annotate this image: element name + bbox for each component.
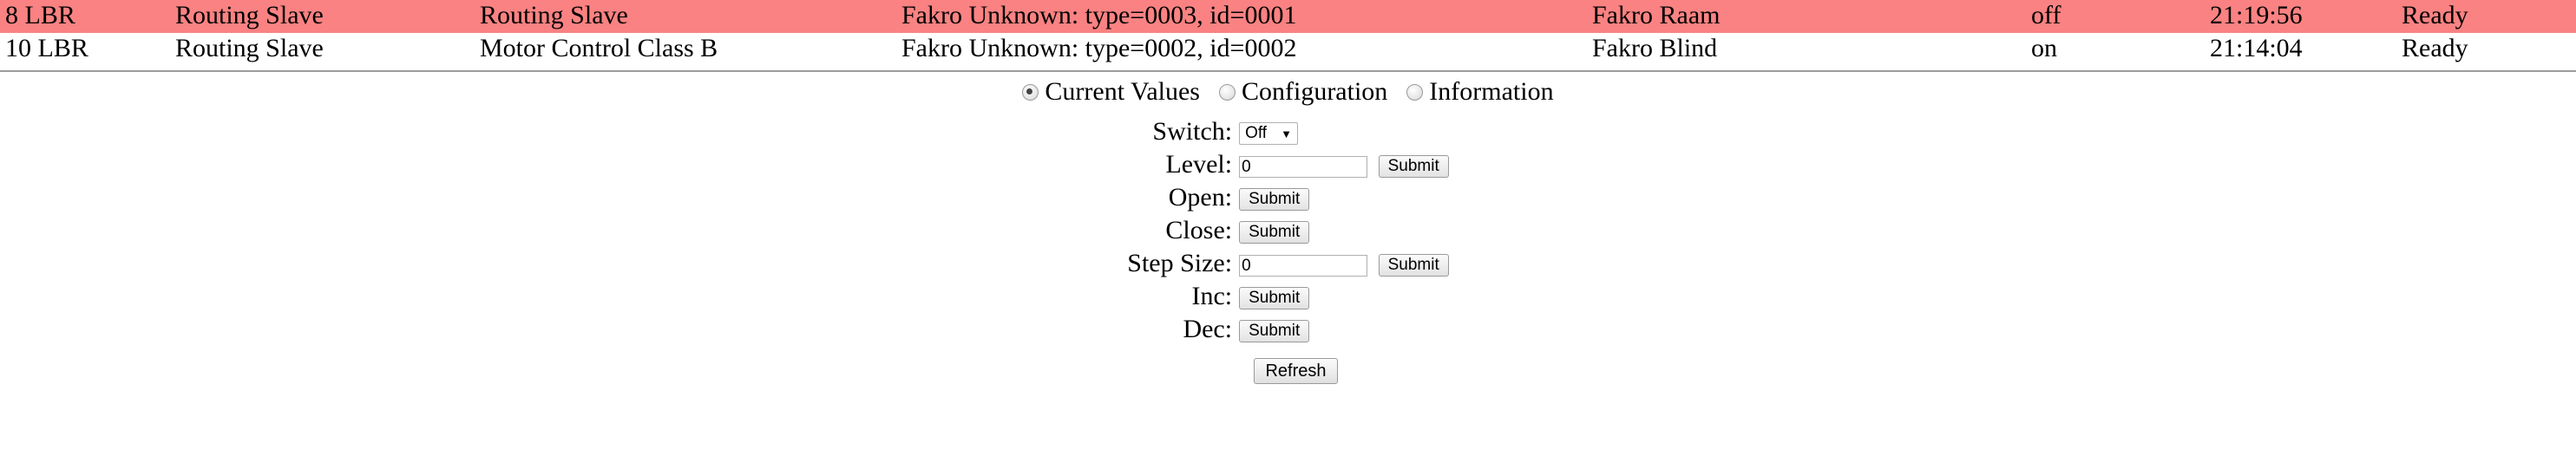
cell-device-class: Motor Control Class B: [480, 34, 718, 62]
form-row-level: Level: Submit: [1127, 148, 1449, 181]
inc-submit-button[interactable]: Submit: [1239, 287, 1310, 310]
label-close: Close:: [1165, 216, 1233, 244]
form-row-switch: Switch: Off ▼: [1127, 115, 1448, 148]
control-step-size: Submit: [1239, 247, 1449, 280]
label-open: Open:: [1168, 183, 1233, 212]
control-level: Submit: [1239, 148, 1449, 181]
form-row-dec: Dec: Submit: [1127, 313, 1448, 346]
table-row[interactable]: 10 LBR Routing Slave Motor Control Class…: [0, 33, 2576, 66]
cell-device-id: 10 LBR: [5, 34, 88, 62]
cell-device-state: on: [2031, 34, 2057, 62]
refresh-row: Refresh: [16, 354, 2576, 384]
section-divider: [0, 70, 2576, 72]
label-inc: Inc:: [1191, 282, 1233, 310]
radio-button-icon[interactable]: [1406, 83, 1424, 101]
radio-button-icon[interactable]: [1022, 83, 1039, 101]
step-size-submit-button[interactable]: Submit: [1378, 254, 1449, 277]
cell-device-name: Fakro Raam: [1587, 0, 2026, 33]
control-switch: Off ▼: [1239, 115, 1449, 148]
label-switch: Switch:: [1152, 117, 1233, 146]
cell-device-status: Ready: [2402, 34, 2468, 62]
cell-device-id: 8 LBR: [0, 0, 170, 33]
chevron-down-icon: ▼: [1281, 127, 1292, 140]
cell-device-name: Fakro Blind: [1592, 34, 1718, 62]
close-submit-button[interactable]: Submit: [1239, 221, 1310, 244]
form-row-step-size: Step Size: Submit: [1127, 247, 1449, 280]
radio-label-information: Information: [1429, 77, 1554, 106]
device-table: 8 LBR Routing Slave Routing Slave Fakro …: [0, 0, 2576, 66]
cell-device-state: off: [2026, 0, 2205, 33]
mode-radio-group: Current Values Configuration Information: [0, 77, 2576, 107]
control-form: Switch: Off ▼ Level: Submit Open: Submit…: [1127, 115, 1449, 346]
cell-device-time: 21:14:04: [2210, 34, 2303, 62]
cell-device-status: Ready: [2396, 0, 2576, 33]
refresh-button[interactable]: Refresh: [1254, 358, 1338, 384]
cell-device-type: Routing Slave: [170, 0, 475, 33]
table-row[interactable]: 8 LBR Routing Slave Routing Slave Fakro …: [0, 0, 2576, 33]
open-submit-button[interactable]: Submit: [1239, 188, 1310, 212]
cell-device-class: Routing Slave: [475, 0, 896, 33]
level-submit-button[interactable]: Submit: [1378, 155, 1449, 179]
control-open: Submit: [1239, 181, 1449, 214]
switch-select-value: Off: [1245, 124, 1268, 143]
level-input[interactable]: [1239, 155, 1368, 178]
control-panel: Current Values Configuration Information…: [0, 77, 2576, 384]
form-row-inc: Inc: Submit: [1127, 280, 1448, 313]
step-size-input[interactable]: [1239, 254, 1368, 277]
label-level: Level:: [1165, 150, 1233, 179]
device-table-body: 8 LBR Routing Slave Routing Slave Fakro …: [0, 0, 2576, 66]
radio-option-information[interactable]: Information: [1406, 77, 1554, 107]
cell-device-type: Routing Slave: [175, 34, 324, 62]
switch-select[interactable]: Off ▼: [1239, 122, 1298, 146]
radio-option-configuration[interactable]: Configuration: [1218, 77, 1388, 107]
cell-device-description: Fakro Unknown: type=0002, id=0002: [901, 34, 1297, 62]
dec-submit-button[interactable]: Submit: [1239, 320, 1310, 343]
radio-button-icon[interactable]: [1218, 83, 1236, 101]
radio-label-configuration: Configuration: [1241, 77, 1388, 106]
form-row-close: Close: Submit: [1127, 214, 1448, 247]
cell-device-time: 21:19:56: [2205, 0, 2396, 33]
control-inc: Submit: [1239, 280, 1449, 313]
radio-option-current-values[interactable]: Current Values: [1022, 77, 1200, 107]
control-dec: Submit: [1239, 313, 1449, 346]
radio-label-current-values: Current Values: [1045, 77, 1200, 106]
form-row-open: Open: Submit: [1127, 181, 1448, 214]
label-step-size: Step Size:: [1127, 249, 1233, 277]
cell-device-description: Fakro Unknown: type=0003, id=0001: [896, 0, 1587, 33]
label-dec: Dec:: [1183, 315, 1233, 343]
control-close: Submit: [1239, 214, 1449, 247]
